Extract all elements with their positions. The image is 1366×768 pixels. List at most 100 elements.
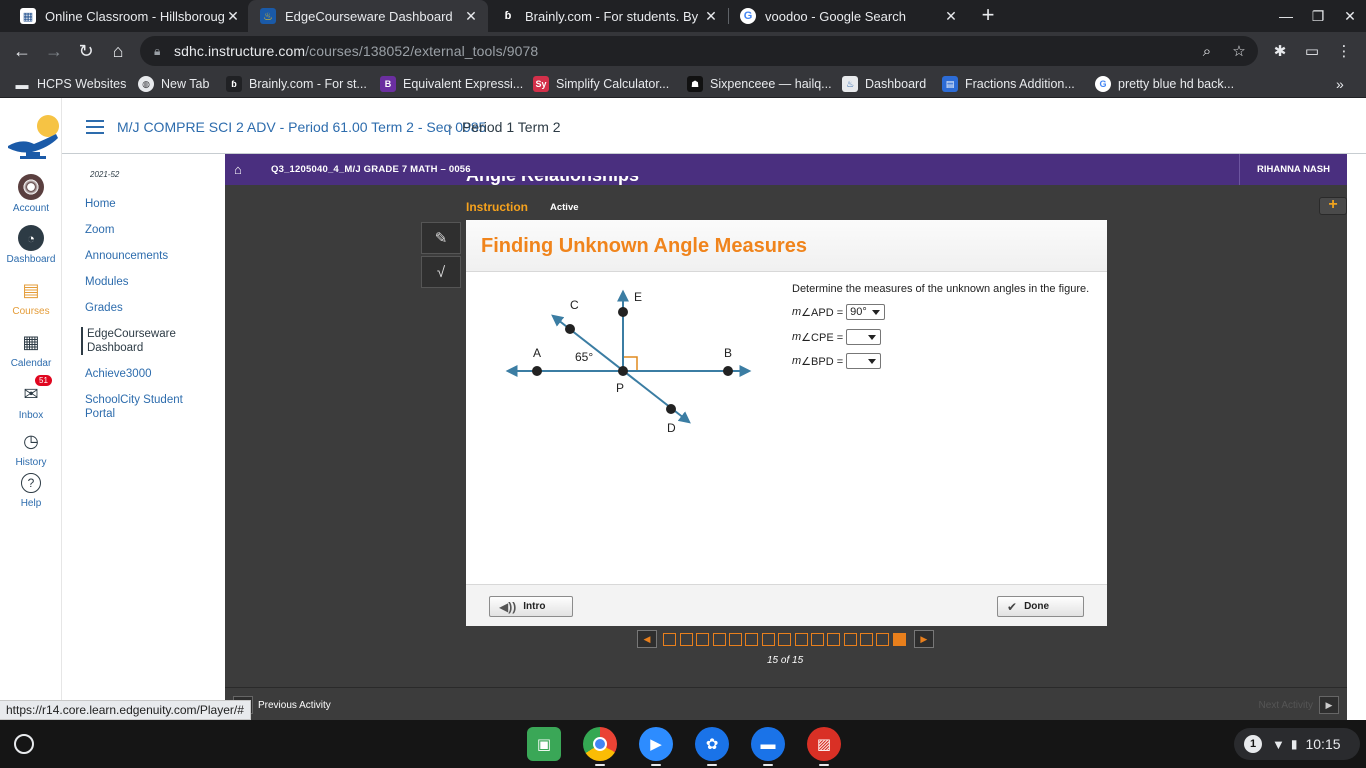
page-box[interactable] [876, 632, 890, 646]
minecraft-icon[interactable]: ▣ [527, 727, 561, 761]
bookmark-star-icon[interactable]: ☆ [1229, 41, 1249, 61]
page-box[interactable] [810, 632, 824, 646]
breadcrumb-separator: › [448, 118, 453, 134]
breadcrumb-course-link[interactable]: M/J COMPRE SCI 2 ADV - Period 61.00 Term… [117, 119, 486, 135]
tab-brainly[interactable]: ɓ Brainly.com - For students. By st ✕ [488, 0, 728, 32]
bookmark-hcps-websites[interactable]: ▬ HCPS Websites [14, 75, 127, 93]
minimize-icon[interactable]: — [1270, 0, 1302, 32]
running-indicator [651, 764, 661, 766]
previous-activity-label[interactable]: Previous Activity [258, 700, 331, 711]
tab-title: EdgeCourseware Dashboard [285, 8, 453, 24]
selected-value: 90° [850, 306, 867, 318]
next-activity-label[interactable]: Next Activity [1259, 700, 1313, 711]
status-tray[interactable]: 1 ▼ ▮ 10:15 [1234, 728, 1360, 760]
bookmark-simplify[interactable]: Sy Simplify Calculator... [533, 75, 669, 93]
window-close-icon[interactable]: ✕ [1334, 0, 1366, 32]
bookmark-new-tab[interactable]: ◍ New Tab [138, 75, 209, 93]
hcps-favicon: ▦ [20, 8, 36, 24]
tab-google-search[interactable]: G voodoo - Google Search ✕ [728, 0, 968, 32]
chrome-icon[interactable] [583, 727, 617, 761]
page-box[interactable] [794, 632, 808, 646]
close-icon[interactable]: ✕ [942, 8, 960, 25]
files-icon[interactable]: ▬ [751, 727, 785, 761]
palette-icon[interactable]: ✿ [695, 727, 729, 761]
maximize-icon[interactable]: ❐ [1302, 0, 1334, 32]
tab-edgecourseware[interactable]: ♨ EdgeCourseware Dashboard ✕ [248, 0, 488, 32]
tab-online-classroom[interactable]: ▦ Online Classroom - Hillsborough ✕ [8, 0, 250, 32]
bookmark-label: pretty blue hd back... [1118, 77, 1235, 91]
page-box[interactable] [860, 632, 874, 646]
bpd-answer-select[interactable] [846, 353, 882, 369]
page-box[interactable] [696, 632, 710, 646]
launcher-icon[interactable] [14, 734, 34, 754]
nav-calendar[interactable]: ▦ Calendar [0, 329, 62, 370]
page-box[interactable] [728, 632, 742, 646]
bookmark-fractions[interactable]: ▤ Fractions Addition... [942, 75, 1075, 93]
address-bar[interactable]: 🔒︎ sdhc.instructure.com/courses/138052/e… [140, 36, 1258, 66]
nav-help[interactable]: ? Help [0, 473, 62, 509]
extensions-icon[interactable]: ✱ [1268, 39, 1292, 63]
course-nav-edgecourseware[interactable]: EdgeCourseware Dashboard [81, 327, 211, 355]
gallery-icon[interactable]: ▨ [807, 727, 841, 761]
course-nav-schoolcity[interactable]: SchoolCity Student Portal [85, 393, 215, 421]
calculator-icon[interactable]: √ [421, 256, 461, 288]
page-box[interactable] [778, 632, 792, 646]
student-name[interactable]: RIHANNA NASH [1239, 154, 1347, 185]
bookmark-equivalent[interactable]: B Equivalent Expressi... [380, 75, 523, 93]
zoom-icon[interactable]: ▶ [639, 727, 673, 761]
home-icon[interactable]: ⌂ [106, 39, 130, 63]
page-box[interactable] [679, 632, 693, 646]
back-icon[interactable]: ← [10, 39, 34, 63]
new-tab-button[interactable]: + [976, 4, 1000, 28]
bookmarks-overflow-icon[interactable]: » [1336, 75, 1344, 93]
pencil-icon[interactable]: ✎ [421, 222, 461, 254]
page-box[interactable] [827, 632, 841, 646]
course-nav-grades[interactable]: Grades [85, 301, 215, 315]
page-box[interactable] [663, 632, 677, 646]
next-page-arrow-icon[interactable]: ▶ [913, 630, 934, 648]
done-button[interactable]: ✔ Done [997, 596, 1084, 617]
nav-account[interactable]: Account [0, 174, 62, 214]
page-box[interactable] [745, 632, 759, 646]
nav-history[interactable]: ◷ History [0, 428, 62, 469]
zoom-lens-icon[interactable]: ⌕ [1197, 41, 1217, 61]
nav-dashboard[interactable]: ◔ Dashboard [0, 225, 62, 265]
close-icon[interactable]: ✕ [702, 8, 720, 25]
course-nav-zoom[interactable]: Zoom [85, 223, 215, 237]
page-box[interactable] [761, 632, 775, 646]
close-icon[interactable]: ✕ [224, 8, 242, 25]
bookmark-dashboard[interactable]: ♨ Dashboard [842, 75, 926, 93]
next-activity-button[interactable]: ▶ [1319, 696, 1339, 714]
angle-65-label: 65° [575, 350, 593, 364]
bookmark-brainly[interactable]: ɓ Brainly.com - For st... [226, 75, 367, 93]
nav-inbox[interactable]: ✉ 51 Inbox [0, 375, 62, 421]
course-nav: 2021-52 Home Zoom Announcements Modules … [62, 154, 225, 720]
course-nav-announcements[interactable]: Announcements [85, 249, 215, 263]
expand-plus-button[interactable]: + [1319, 197, 1347, 215]
help-icon: ? [21, 473, 41, 493]
brainly-favicon: ɓ [500, 8, 516, 24]
course-nav-achieve3000[interactable]: Achieve3000 [85, 367, 215, 381]
hamburger-menu-icon[interactable] [86, 120, 104, 134]
nav-courses[interactable]: ▤ Courses [0, 277, 62, 318]
dashboard-icon: ◔ [18, 225, 44, 251]
course-nav-home[interactable]: Home [85, 197, 215, 211]
bookmark-pretty-blue[interactable]: G pretty blue hd back... [1095, 75, 1234, 93]
home-icon[interactable]: ⌂ [234, 162, 250, 177]
forward-icon[interactable]: → [42, 39, 66, 63]
page-box[interactable] [712, 632, 726, 646]
apd-answer-select[interactable]: 90° [846, 304, 885, 320]
reload-icon[interactable]: ↻ [74, 39, 98, 63]
page-box[interactable] [892, 632, 906, 646]
point-a [532, 366, 542, 376]
cast-icon[interactable]: ▭ [1300, 39, 1324, 63]
intro-button[interactable]: ◀︎)) Intro [489, 596, 573, 617]
course-nav-modules[interactable]: Modules [85, 275, 215, 289]
close-icon[interactable]: ✕ [462, 8, 480, 25]
menu-kebab-icon[interactable]: ⋮ [1332, 39, 1356, 63]
prev-page-arrow-icon[interactable]: ◀ [637, 630, 657, 648]
cpe-answer-select[interactable] [846, 329, 882, 345]
page-box[interactable] [843, 632, 857, 646]
point-e [618, 307, 628, 317]
bookmark-sixpenceee[interactable]: ☗ Sixpenceee — hailq... [687, 75, 832, 93]
